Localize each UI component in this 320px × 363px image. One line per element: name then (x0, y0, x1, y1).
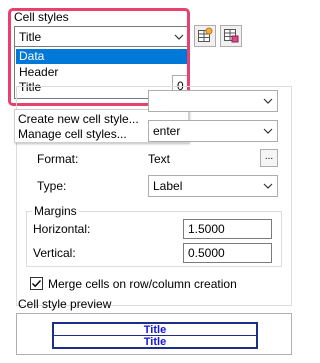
new-table-style-icon (197, 27, 213, 46)
cell-style-preview: Title Title (16, 313, 292, 355)
horizontal-margin-input[interactable]: 1.5000 (183, 219, 272, 239)
manage-table-style-icon (223, 27, 239, 46)
margins-label: Margins (32, 204, 79, 218)
fill-color-select[interactable] (148, 90, 278, 112)
alignment-select[interactable]: enter (148, 120, 278, 142)
format-value: Text (148, 152, 171, 166)
menu-create-new-cell-style[interactable]: Create new cell style... (18, 112, 139, 127)
type-value: Label (153, 179, 183, 193)
menu-manage-cell-styles[interactable]: Manage cell styles... (18, 127, 127, 142)
alignment-value: enter (153, 124, 181, 138)
cell-styles-label: Cell styles (14, 10, 69, 24)
vertical-margin-input[interactable]: 0.5000 (183, 243, 272, 263)
chevron-down-icon (262, 95, 274, 107)
merge-cells-label: Merge cells on row/column creation (48, 277, 237, 291)
dropdown-option-header[interactable]: Header (16, 65, 187, 80)
chevron-down-icon (262, 125, 274, 137)
checkmark-icon (31, 278, 42, 289)
manage-cell-styles-button[interactable] (220, 25, 242, 47)
merge-cells-checkbox[interactable] (30, 277, 43, 290)
cell-style-selected-value: Title (19, 29, 42, 44)
vertical-margin-label: Vertical: (33, 246, 76, 260)
horizontal-margin-value: 1.5000 (188, 222, 225, 236)
type-label: Type: (37, 179, 67, 193)
chevron-down-icon (173, 31, 185, 43)
format-browse-button[interactable]: ... (260, 149, 278, 167)
format-label: Format: (37, 152, 79, 166)
new-cell-style-button[interactable] (194, 25, 216, 47)
cell-style-select[interactable]: Title (14, 26, 189, 47)
preview-table: Title Title (52, 322, 258, 349)
chevron-down-icon (262, 180, 274, 192)
type-select[interactable]: Label (148, 175, 278, 197)
cell-styles-panel: Cell styles Title Data Header Title 0 Cr… (0, 0, 305, 363)
preview-row-title-2: Title (143, 336, 167, 348)
vertical-margin-value: 0.5000 (188, 246, 225, 260)
cell-style-preview-label: Cell style preview (18, 297, 112, 311)
dropdown-option-data[interactable]: Data (16, 49, 187, 64)
horizontal-margin-label: Horizontal: (33, 222, 91, 236)
